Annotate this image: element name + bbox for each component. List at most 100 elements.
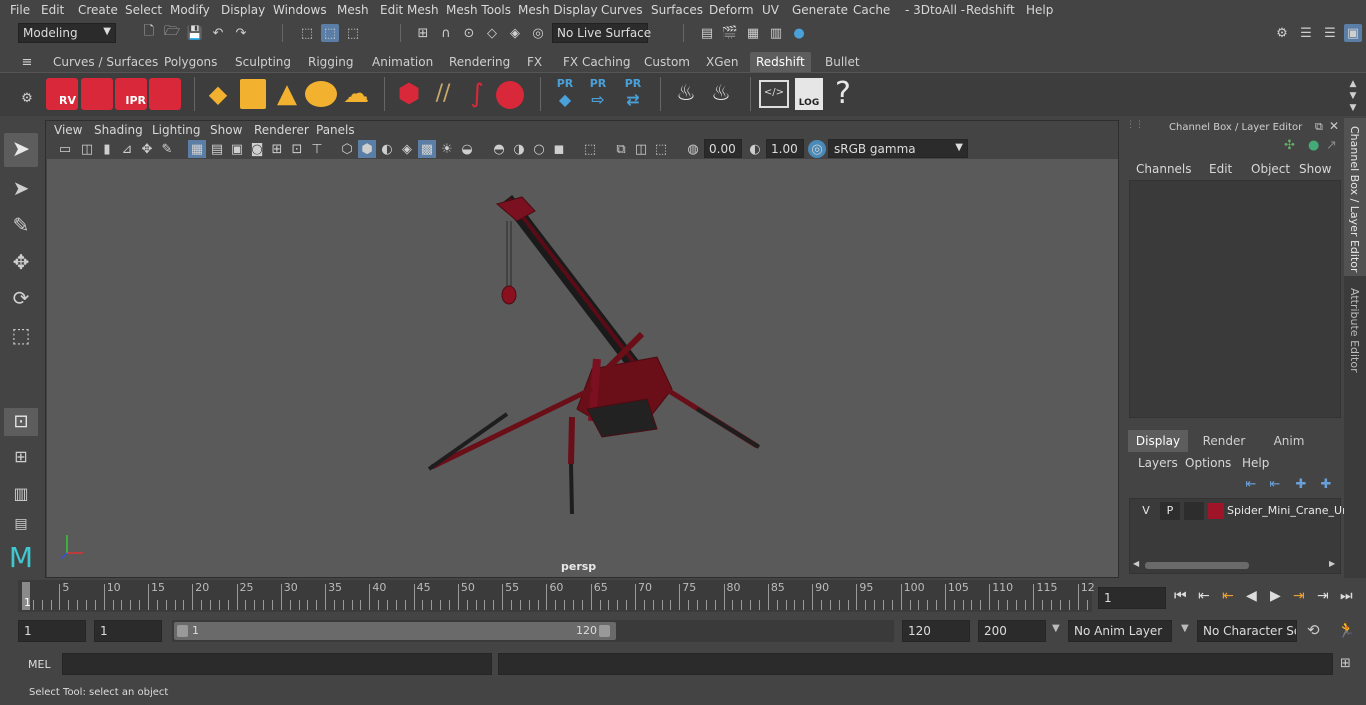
layer-menu-options[interactable]: Options xyxy=(1185,456,1231,470)
viewport-menu-view[interactable]: View xyxy=(54,123,82,137)
xray-joints-icon[interactable]: ◫ xyxy=(632,140,650,158)
step-back-frame-icon[interactable]: ⇤ xyxy=(1222,588,1234,604)
float-panel-icon[interactable]: ⧉ xyxy=(1315,120,1323,134)
layout-more-icon[interactable]: ▤ xyxy=(6,516,36,534)
persp-outliner-layout-icon[interactable]: ▥ xyxy=(6,480,36,508)
bookmark-icon[interactable]: ▮ xyxy=(98,140,116,158)
layer-tab-display[interactable]: Display xyxy=(1128,430,1188,452)
menu-3dtoall[interactable]: - 3DtoAll - xyxy=(905,3,965,17)
shelf-tab-fx-caching[interactable]: FX Caching xyxy=(557,52,636,72)
shelf-tab-rendering[interactable]: Rendering xyxy=(443,52,516,72)
speed-icon[interactable]: ● xyxy=(1308,138,1319,153)
resolution-gate-icon[interactable]: ▣ xyxy=(228,140,246,158)
film-gate-icon[interactable]: ▤ xyxy=(208,140,226,158)
new-layer-from-selected-icon[interactable]: ✚ xyxy=(1317,475,1335,493)
chevron-down-icon[interactable]: ▼ xyxy=(1181,623,1189,634)
safe-title-icon[interactable]: ⊤ xyxy=(308,140,326,158)
chevron-down-icon[interactable]: ▼ xyxy=(1052,623,1060,634)
play-backwards-icon[interactable]: ◀ xyxy=(1246,588,1257,604)
menu-mesh[interactable]: Mesh xyxy=(337,3,369,17)
multisample-icon[interactable]: ○ xyxy=(530,140,548,158)
four-view-layout-icon[interactable]: ⊞ xyxy=(6,443,36,471)
depth-of-field-icon[interactable]: ◼ xyxy=(550,140,568,158)
go-to-end-icon[interactable]: ⏭ xyxy=(1340,588,1353,604)
render-frame-icon[interactable]: 🎬 xyxy=(721,24,739,42)
shelf-tab-curves-surfaces[interactable]: Curves / Surfaces xyxy=(47,52,164,72)
camera-select-icon[interactable]: ▭ xyxy=(56,140,74,158)
use-lights-icon[interactable]: ☀ xyxy=(438,140,456,158)
viewport-canvas[interactable]: persp xyxy=(47,159,1118,577)
panel-grip-icon[interactable]: ⋮⋮ xyxy=(1126,120,1144,134)
tab-channel-box-layer-editor[interactable]: Channel Box / Layer Editor xyxy=(1344,118,1366,276)
ambient-occlusion-icon[interactable]: ◓ xyxy=(490,140,508,158)
color-management-icon[interactable]: ◎ xyxy=(808,140,826,158)
shelf-tab-polygons[interactable]: Polygons xyxy=(158,52,223,72)
new-layer-icon[interactable]: ✚ xyxy=(1292,475,1310,493)
anim-end-range-input[interactable]: 120 xyxy=(902,620,970,642)
layer-tab-anim[interactable]: Anim xyxy=(1263,430,1315,452)
menu-edit[interactable]: Edit xyxy=(41,3,64,17)
play-forwards-icon[interactable]: ▶ xyxy=(1270,588,1281,604)
layer-row[interactable]: V P Spider_Mini_Crane_Ur xyxy=(1133,502,1347,520)
shelf-menu-down-icon[interactable]: ▼ xyxy=(1344,99,1362,117)
isolate-select-icon[interactable]: ⬚ xyxy=(581,140,599,158)
layer-tab-render[interactable]: Render xyxy=(1192,430,1256,452)
shelf-tab-xgen[interactable]: XGen xyxy=(700,52,745,72)
camera-attributes-icon[interactable]: ◫ xyxy=(78,140,96,158)
viewport-menu-shading[interactable]: Shading xyxy=(94,123,143,137)
select-by-object-icon[interactable]: ⬚ xyxy=(321,24,339,42)
menu-uv[interactable]: UV xyxy=(762,3,779,17)
rs-script-icon[interactable]: </> xyxy=(759,80,789,108)
channel-box-menu-object[interactable]: Object xyxy=(1251,162,1290,176)
rs-object-props-icon[interactable]: ◆ xyxy=(203,81,233,107)
go-to-start-icon[interactable]: ⏮ xyxy=(1174,588,1187,604)
undo-icon[interactable]: ↶ xyxy=(209,24,227,42)
redshift-settings-button[interactable] xyxy=(149,78,181,110)
viewport-menu-lighting[interactable]: Lighting xyxy=(152,123,201,137)
grease-pencil-icon[interactable]: ✎ xyxy=(158,140,176,158)
layer-color-swatch[interactable] xyxy=(1208,503,1224,519)
rs-log-button[interactable]: LOG xyxy=(795,78,823,110)
smooth-shade-icon[interactable]: ⬢ xyxy=(358,140,376,158)
pr-swap-button[interactable]: PR ⇄ xyxy=(618,77,648,111)
end-time-input[interactable]: 200 xyxy=(978,620,1046,642)
exposure-icon[interactable]: ◍ xyxy=(684,140,702,158)
channel-box-menu-edit[interactable]: Edit xyxy=(1209,162,1232,176)
shelf-tab-custom[interactable]: Custom xyxy=(638,52,696,72)
shelf-settings-icon[interactable]: ⚙ xyxy=(18,89,36,107)
gate-mask-icon[interactable]: ◙ xyxy=(248,140,266,158)
toggle-attribute-editor-icon[interactable]: ☰ xyxy=(1297,24,1315,42)
shelf-tab-redshift[interactable]: Redshift xyxy=(750,52,811,72)
grid-icon[interactable]: ▦ xyxy=(188,140,206,158)
motion-blur-icon[interactable]: ◑ xyxy=(510,140,528,158)
anim-layer-dropdown[interactable]: No Anim Layer xyxy=(1068,620,1172,642)
wireframe-icon[interactable]: ⬡ xyxy=(338,140,356,158)
frame-selected-icon[interactable]: ⧉ xyxy=(612,140,630,158)
rs-curve-icon[interactable]: ∫ xyxy=(462,79,492,109)
layer-menu-help[interactable]: Help xyxy=(1242,456,1269,470)
tab-attribute-editor[interactable]: Attribute Editor xyxy=(1344,280,1366,380)
move-layer-down-icon[interactable]: ⇤ xyxy=(1266,475,1284,493)
mode-selector[interactable]: Modeling ▼ xyxy=(18,23,116,43)
viewport-menu-show[interactable]: Show xyxy=(210,123,242,137)
menu-mesh-display[interactable]: Mesh Display xyxy=(518,3,598,17)
rs-light-icon[interactable]: ▲ xyxy=(272,79,302,109)
range-slider-track[interactable]: 1 120 xyxy=(172,620,894,642)
menu-redshift[interactable]: Redshift xyxy=(966,3,1015,17)
textured-icon[interactable]: ◈ xyxy=(398,140,416,158)
lasso-tool-icon[interactable]: ➤ xyxy=(4,171,38,205)
animation-prefs-icon[interactable]: 🏃 xyxy=(1337,621,1356,639)
rs-bake-icon[interactable]: ♨ xyxy=(670,81,702,109)
pr-mesh-button[interactable]: PR ◆ xyxy=(552,77,578,111)
viewport-menu-panels[interactable]: Panels xyxy=(316,123,355,137)
rs-bake-set-icon[interactable]: ♨ xyxy=(705,81,737,109)
menu-file[interactable]: File xyxy=(10,3,30,17)
menu-surfaces[interactable]: Surfaces xyxy=(651,3,703,17)
layer-name[interactable]: Spider_Mini_Crane_Ur xyxy=(1227,504,1347,517)
new-scene-icon[interactable]: 🗋 xyxy=(140,24,158,42)
rs-sphere-icon[interactable] xyxy=(496,81,524,109)
xray-icon[interactable]: ▩ xyxy=(418,140,436,158)
render-view-icon[interactable]: ▤ xyxy=(698,24,716,42)
rs-help-button[interactable]: ? xyxy=(830,76,856,112)
script-editor-icon[interactable]: ⊞ xyxy=(1340,656,1351,671)
